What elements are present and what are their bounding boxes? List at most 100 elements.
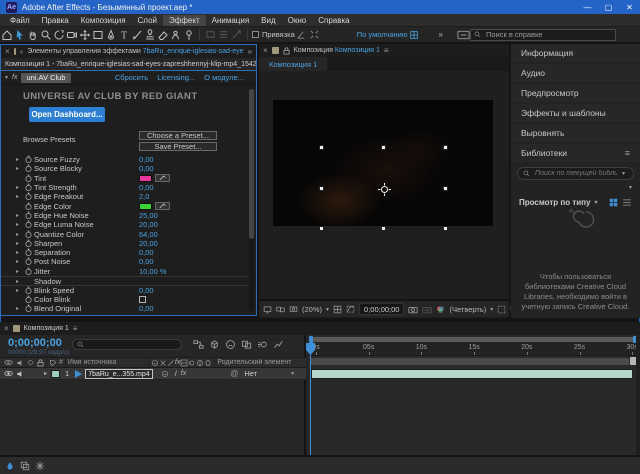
right-panel-tab[interactable]: Предпросмотр: [511, 84, 640, 102]
stopwatch-icon[interactable]: [22, 183, 34, 192]
right-panel-tab[interactable]: Выровнять: [511, 124, 640, 142]
twirl-icon[interactable]: ▸: [13, 240, 22, 247]
panel-menu-icon[interactable]: ≡: [384, 46, 389, 55]
threed-switch-icon[interactable]: [204, 359, 212, 367]
menu-item[interactable]: Файл: [4, 15, 36, 26]
rect-mask-tool-icon[interactable]: [91, 27, 104, 42]
timeline-search-box[interactable]: [72, 339, 182, 350]
twirl-icon[interactable]: ▸: [13, 258, 22, 265]
twirl-icon[interactable]: ▸: [13, 305, 22, 312]
zoom-value[interactable]: (20%): [302, 305, 322, 314]
twirl-icon[interactable]: ▸: [13, 165, 22, 172]
param-name[interactable]: Source Blocky: [34, 164, 139, 173]
shy-switch-icon[interactable]: [151, 359, 159, 367]
chevron-down-icon[interactable]: ▾: [629, 184, 632, 191]
playhead-line[interactable]: [310, 343, 311, 455]
effects-scrollbar[interactable]: [249, 89, 254, 311]
param-name[interactable]: Edge Hue Noise: [34, 211, 139, 220]
right-panel-tab[interactable]: Информация: [511, 44, 640, 62]
stopwatch-icon[interactable]: [22, 192, 34, 201]
param-name[interactable]: Shadow: [34, 277, 139, 286]
param-value[interactable]: 0,00: [139, 183, 154, 192]
selection-handle[interactable]: [381, 226, 386, 231]
preview-timecode[interactable]: 0;00;00;00: [359, 303, 404, 315]
anchor-point-icon[interactable]: [378, 183, 391, 196]
layer-shy-icon[interactable]: [161, 370, 169, 378]
camera-tool-icon[interactable]: [65, 27, 78, 42]
preview-monitor-icon[interactable]: [263, 305, 272, 314]
twirl-down-icon[interactable]: ▾: [5, 74, 8, 81]
param-name[interactable]: Source Fuzzy: [34, 155, 139, 164]
dual-view-icon[interactable]: [276, 305, 285, 314]
lock-icon[interactable]: [283, 47, 290, 55]
param-value[interactable]: 0,00: [139, 248, 154, 257]
panel-overflow-icon[interactable]: »: [248, 47, 252, 56]
stopwatch-icon[interactable]: [22, 174, 34, 183]
twirl-icon[interactable]: ▸: [13, 287, 22, 294]
timeline-tab[interactable]: Композиция 1: [24, 325, 69, 332]
toolbar-overflow-icon[interactable]: »: [439, 30, 443, 39]
layer-name[interactable]: 7baRu_e...355.mp4: [85, 369, 153, 379]
type-tool-icon[interactable]: T: [117, 27, 130, 42]
layer-duration-bar[interactable]: [311, 369, 633, 379]
eraser-tool-icon[interactable]: [156, 27, 169, 42]
eyedropper-icon[interactable]: [155, 202, 170, 210]
chevron-down-icon[interactable]: ▾: [490, 306, 493, 313]
stopwatch-icon[interactable]: [22, 211, 34, 220]
motion-blur-icon[interactable]: [257, 339, 268, 350]
panel-menu-icon[interactable]: ≡: [73, 324, 78, 333]
open-dashboard-button[interactable]: Open Dashboard...: [29, 107, 105, 122]
selection-handle[interactable]: [319, 145, 324, 150]
param-name[interactable]: Edge Luma Noise: [34, 220, 139, 229]
workspace-selector[interactable]: По умолчанию: [357, 30, 408, 39]
layer-fx-icon[interactable]: fx: [181, 370, 186, 377]
param-name[interactable]: Blink Speed: [34, 286, 139, 295]
menu-item[interactable]: Вид: [255, 15, 281, 26]
collapse-switch-icon[interactable]: [159, 359, 167, 367]
zoom-tool-icon[interactable]: [39, 27, 52, 42]
snap-angle-icon[interactable]: [295, 27, 308, 42]
roto-brush-tool-icon[interactable]: [169, 27, 182, 42]
param-name[interactable]: Tint: [34, 174, 139, 183]
channels-icon[interactable]: [436, 305, 445, 314]
stopwatch-icon[interactable]: [22, 202, 34, 211]
menu-item[interactable]: Анимация: [206, 15, 256, 26]
region-of-interest-icon[interactable]: [497, 305, 506, 314]
selection-handle[interactable]: [443, 186, 448, 191]
choose-preset-button[interactable]: Choose a Preset...: [139, 131, 217, 140]
motion-blur-switch-icon[interactable]: [188, 359, 196, 367]
hand-tool-icon[interactable]: [26, 27, 39, 42]
param-checkbox[interactable]: [139, 296, 146, 303]
draft-3d-icon[interactable]: [209, 339, 220, 350]
selection-handle[interactable]: [319, 226, 324, 231]
stopwatch-icon[interactable]: [22, 295, 34, 304]
chevron-down-icon[interactable]: ▾: [622, 170, 625, 177]
selection-handle[interactable]: [319, 186, 324, 191]
layer-quality-icon[interactable]: /: [175, 369, 177, 378]
param-name[interactable]: Tint Strength: [34, 183, 139, 192]
stopwatch-icon[interactable]: [22, 239, 34, 248]
effect-name[interactable]: uni.AV Club: [21, 73, 70, 83]
param-value[interactable]: 2,0: [139, 192, 149, 201]
layer-twirl-icon[interactable]: ▸: [44, 370, 47, 377]
source-name-column[interactable]: Имя источника: [68, 359, 146, 366]
param-value[interactable]: 20,00: [139, 239, 158, 248]
param-name[interactable]: Sharpen: [34, 239, 139, 248]
frame-blend-switch-icon[interactable]: [180, 359, 188, 367]
lock-column-icon[interactable]: [37, 359, 44, 367]
frame-blending-icon[interactable]: [241, 339, 252, 350]
stopwatch-icon[interactable]: [22, 286, 34, 295]
twirl-icon[interactable]: ▸: [13, 212, 22, 219]
reset-link[interactable]: Сбросить: [115, 73, 148, 82]
about-link[interactable]: О модуле...: [204, 73, 244, 82]
licensing-link[interactable]: Licensing...: [157, 73, 195, 82]
color-swatch[interactable]: [139, 203, 152, 210]
stopwatch-icon[interactable]: [22, 257, 34, 266]
param-value[interactable]: 0,00: [139, 304, 154, 313]
layer-video-eye-icon[interactable]: [4, 370, 13, 377]
stopwatch-icon[interactable]: [22, 220, 34, 229]
selection-handle[interactable]: [443, 145, 448, 150]
twirl-icon[interactable]: ▸: [13, 268, 22, 275]
twirl-icon[interactable]: ▸: [13, 278, 22, 285]
list-view-icon[interactable]: [622, 198, 632, 207]
